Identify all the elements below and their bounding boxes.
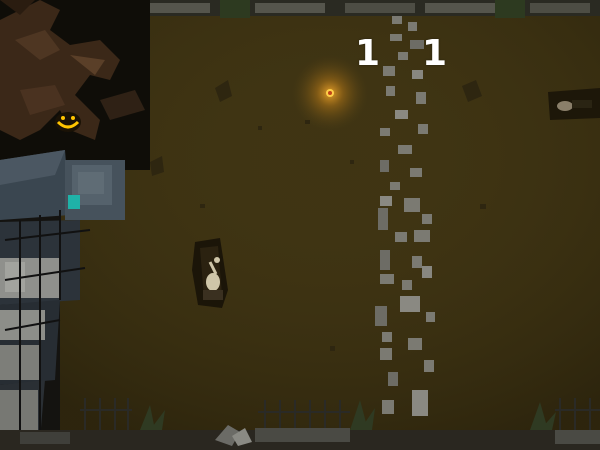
top-wall	[140, 0, 600, 18]
graveyard-ground	[0, 0, 600, 450]
score-right: 1	[422, 33, 448, 74]
game-scene: 1 1	[0, 0, 600, 450]
right-grave	[548, 88, 600, 120]
jack-o-lantern-icon	[55, 112, 81, 132]
score-left: 1	[355, 33, 381, 74]
